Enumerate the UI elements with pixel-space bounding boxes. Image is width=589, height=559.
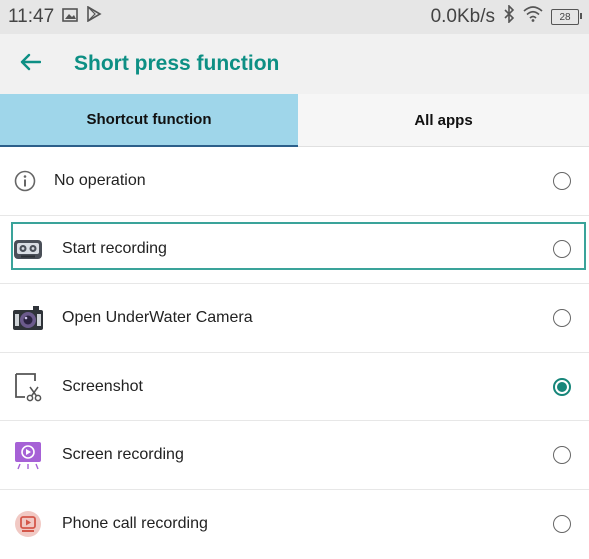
radio-button[interactable] — [553, 240, 571, 259]
status-left: 11:47 — [8, 5, 102, 28]
arrow-left-icon — [19, 53, 42, 76]
play-store-icon — [86, 5, 102, 28]
options-list: No operation Start recording Open UnderW… — [0, 147, 589, 559]
info-icon — [8, 164, 42, 198]
option-no-operation[interactable]: No operation — [0, 147, 589, 216]
radio-button-selected[interactable] — [553, 377, 571, 396]
call-recording-icon — [11, 507, 45, 541]
radio-button[interactable] — [553, 308, 571, 327]
camera-icon — [11, 301, 45, 335]
option-screen-recording[interactable]: Screen recording — [0, 421, 589, 490]
status-bar: 11:47 0.0Kb/s 28 — [0, 0, 589, 34]
option-start-recording[interactable]: Start recording — [0, 216, 589, 285]
option-open-underwater-camera[interactable]: Open UnderWater Camera — [0, 284, 589, 353]
option-label: Start recording — [62, 240, 167, 258]
battery-level: 28 — [559, 11, 571, 23]
status-time: 11:47 — [8, 6, 55, 27]
option-label: Screenshot — [62, 377, 143, 395]
page-title: Short press function — [74, 52, 280, 75]
recorder-icon — [11, 232, 45, 266]
network-speed: 0.0Kb/s — [430, 6, 495, 27]
battery-icon: 28 — [551, 9, 582, 25]
option-label: No operation — [54, 171, 146, 189]
radio-button[interactable] — [553, 446, 571, 465]
tab-shortcut-function[interactable]: Shortcut function — [0, 94, 298, 147]
tab-bar: Shortcut function All apps — [0, 94, 589, 147]
wifi-icon — [523, 6, 543, 28]
option-label: Screen recording — [62, 446, 184, 464]
option-screenshot[interactable]: Screenshot — [0, 353, 589, 422]
back-button[interactable] — [14, 48, 46, 80]
bluetooth-icon — [503, 4, 515, 29]
tab-all-apps[interactable]: All apps — [298, 94, 589, 147]
radio-button[interactable] — [553, 171, 571, 190]
status-right: 0.0Kb/s 28 — [430, 4, 582, 29]
screen-recording-icon — [11, 438, 45, 472]
app-header: Short press function — [0, 34, 589, 94]
screenshot-icon — [11, 370, 45, 404]
option-label: Open UnderWater Camera — [62, 308, 253, 326]
radio-button[interactable] — [553, 515, 571, 534]
option-phone-call-recording[interactable]: Phone call recording — [0, 490, 589, 559]
image-icon — [62, 6, 78, 28]
option-label: Phone call recording — [62, 515, 208, 533]
